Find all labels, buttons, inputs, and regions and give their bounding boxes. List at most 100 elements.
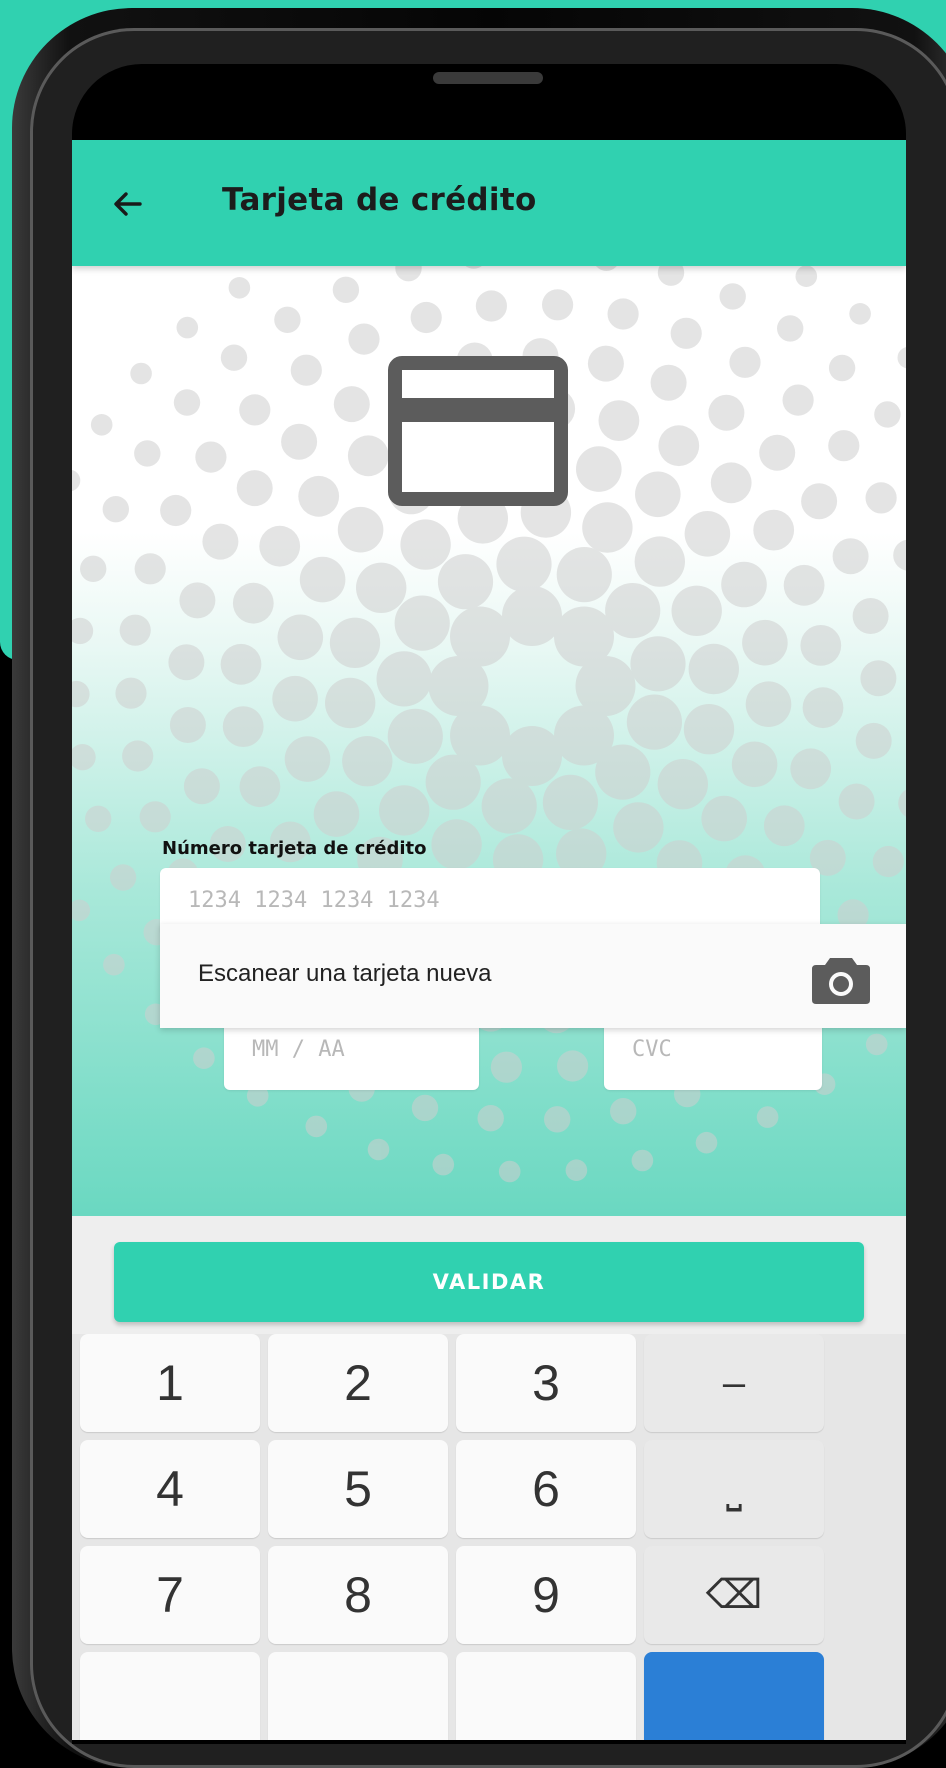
decorative-dot bbox=[220, 344, 248, 371]
decorative-dot bbox=[348, 323, 380, 355]
credit-card-icon bbox=[388, 356, 568, 506]
decorative-dot bbox=[721, 561, 767, 608]
decorative-dot bbox=[90, 414, 113, 436]
key-7[interactable]: 7 bbox=[80, 1546, 260, 1644]
key-2[interactable]: 2 bbox=[268, 1334, 448, 1432]
decorative-dot bbox=[865, 1033, 888, 1056]
decorative-dot bbox=[325, 677, 376, 729]
decorative-dot bbox=[72, 680, 90, 708]
arrow-left-icon[interactable] bbox=[110, 186, 150, 222]
key-5[interactable]: 5 bbox=[268, 1440, 448, 1538]
decorative-dot bbox=[613, 802, 664, 853]
decorative-dot bbox=[195, 441, 227, 473]
decorative-dot bbox=[367, 1138, 390, 1161]
decorative-dot bbox=[109, 864, 137, 891]
decorative-dot bbox=[173, 389, 201, 416]
camera-icon[interactable] bbox=[810, 954, 872, 1006]
key-1[interactable]: 1 bbox=[80, 1334, 260, 1432]
decorative-dot bbox=[710, 462, 752, 504]
decorative-dot bbox=[228, 277, 251, 299]
key-6[interactable]: 6 bbox=[456, 1440, 636, 1538]
decorative-dot bbox=[410, 301, 442, 334]
key-3[interactable]: 3 bbox=[456, 1334, 636, 1432]
decorative-dot bbox=[828, 354, 856, 382]
decorative-dot bbox=[783, 564, 825, 606]
decorative-dot bbox=[582, 502, 633, 553]
decorative-dot bbox=[849, 303, 871, 325]
decorative-dot bbox=[708, 394, 745, 431]
key-minus[interactable]: – bbox=[644, 1334, 824, 1432]
decorative-dot bbox=[490, 1051, 522, 1083]
decorative-dot bbox=[465, 266, 482, 269]
decorative-dot bbox=[542, 774, 598, 830]
decorative-dot bbox=[498, 1160, 521, 1183]
form-area: Número tarjeta de crédito 1234 1234 1234… bbox=[72, 266, 906, 1216]
decorative-dot bbox=[220, 643, 262, 685]
decorative-dot bbox=[236, 470, 273, 507]
decorative-dot bbox=[169, 707, 206, 743]
key-row4-3[interactable] bbox=[456, 1652, 636, 1740]
decorative-dot bbox=[542, 289, 574, 321]
decorative-dot bbox=[475, 290, 507, 322]
key-space[interactable]: ⎵ bbox=[644, 1440, 824, 1538]
decorative-dot bbox=[313, 791, 360, 837]
decorative-dot bbox=[576, 446, 622, 492]
decorative-dot bbox=[431, 819, 482, 870]
decorative-dot bbox=[425, 754, 481, 810]
decorative-dot bbox=[102, 496, 129, 523]
decorative-dot bbox=[274, 306, 301, 333]
decorative-dot bbox=[134, 553, 166, 585]
decorative-dot bbox=[333, 386, 370, 423]
decorative-dot bbox=[782, 384, 814, 416]
backspace-key[interactable]: ⌫ bbox=[644, 1546, 824, 1644]
decorative-dot bbox=[657, 759, 708, 810]
decorative-dot bbox=[179, 582, 216, 619]
decorative-dot bbox=[115, 677, 147, 709]
scan-card-option[interactable]: Escanear una tarjeta nueva bbox=[160, 924, 906, 1028]
decorative-dot bbox=[222, 706, 264, 747]
decorative-dot bbox=[865, 482, 897, 514]
decorative-dot bbox=[103, 953, 125, 976]
decorative-dot bbox=[557, 1050, 589, 1082]
key-4[interactable]: 4 bbox=[80, 1440, 260, 1538]
decorative-dot bbox=[828, 430, 860, 462]
numeric-keyboard: 1 2 3 – 4 5 6 ⎵ 7 8 9 ⌫ bbox=[72, 1334, 906, 1740]
decorative-dot bbox=[790, 748, 832, 790]
enter-key[interactable] bbox=[644, 1652, 824, 1740]
decorative-dot bbox=[596, 266, 617, 271]
decorative-dot bbox=[598, 400, 640, 441]
decorative-dot bbox=[777, 315, 804, 342]
key-9[interactable]: 9 bbox=[456, 1546, 636, 1644]
decorative-dot bbox=[376, 651, 432, 707]
decorative-dot bbox=[298, 475, 340, 517]
decorative-dot bbox=[731, 741, 778, 788]
decorative-dot bbox=[284, 736, 331, 782]
key-8[interactable]: 8 bbox=[268, 1546, 448, 1644]
decorative-dot bbox=[650, 364, 687, 401]
decorative-dot bbox=[742, 619, 788, 666]
decorative-dot bbox=[753, 509, 795, 551]
card-stripe bbox=[402, 398, 554, 422]
decorative-dot bbox=[719, 283, 746, 310]
decorative-dot bbox=[411, 1094, 439, 1122]
decorative-dot bbox=[630, 636, 686, 692]
decorative-dot bbox=[122, 740, 154, 772]
decorative-dot bbox=[176, 316, 199, 339]
decorative-dot bbox=[595, 744, 651, 800]
decorative-dot bbox=[802, 687, 844, 729]
decorative-dot bbox=[134, 440, 161, 467]
decorative-dot bbox=[437, 554, 494, 610]
key-row4-2[interactable] bbox=[268, 1652, 448, 1740]
decorative-dot bbox=[139, 801, 171, 833]
decorative-dot bbox=[759, 434, 796, 471]
decorative-dot bbox=[554, 606, 614, 667]
decorative-dot bbox=[80, 555, 107, 582]
decorative-dot bbox=[72, 617, 94, 645]
decorative-dot bbox=[347, 435, 389, 477]
validate-button[interactable]: VALIDAR bbox=[114, 1242, 864, 1322]
scan-card-label: Escanear una tarjeta nueva bbox=[198, 960, 492, 987]
decorative-dot bbox=[400, 519, 451, 570]
decorative-dot bbox=[626, 694, 683, 750]
key-row4-1[interactable] bbox=[80, 1652, 260, 1740]
decorative-dot bbox=[763, 805, 805, 847]
